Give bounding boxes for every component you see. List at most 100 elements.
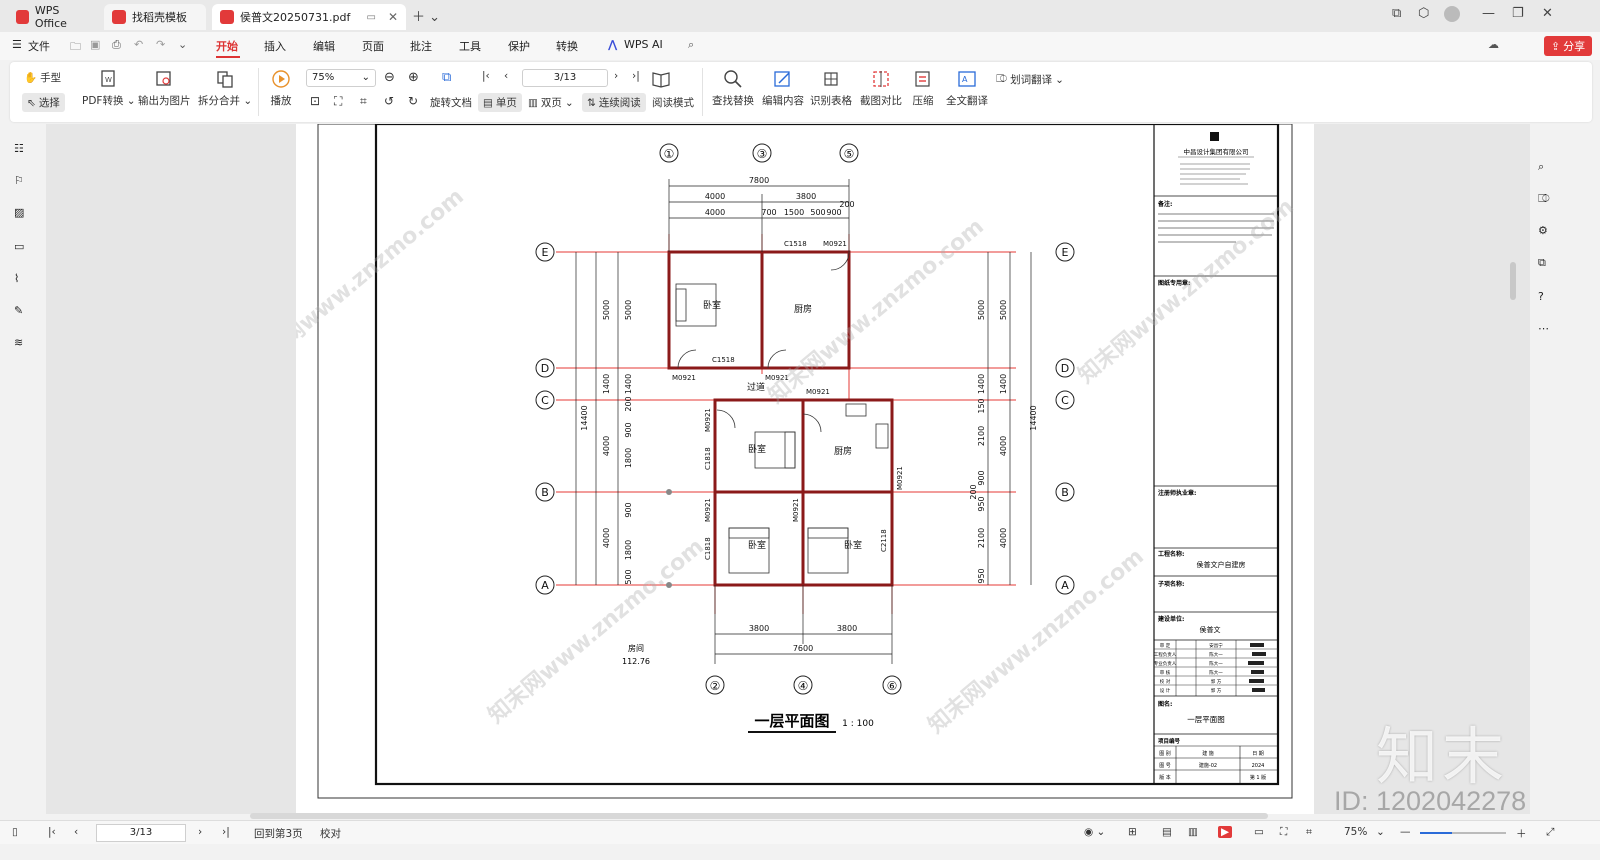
next-page-icon[interactable]: › [198,826,202,838]
status-page-input[interactable]: 3/13 [96,824,186,842]
search-icon[interactable]: ⌕ [1538,160,1556,178]
play-button[interactable]: 播放 [270,68,292,108]
tab-wps-office[interactable]: WPS Office [8,4,98,30]
export-image-button[interactable]: 输出为图片 [138,68,191,108]
outline-icon[interactable]: ☷ [14,142,32,160]
document-viewport[interactable]: 中昌设计集团有限公司 备注: 图纸专用章: 注册师执业章: 工程名称: 侯普文户… [46,124,1530,814]
chevron-down-icon[interactable]: ⌄ [1376,826,1385,838]
rotate-doc-button[interactable]: 旋转文档 [430,95,472,110]
new-tab-button[interactable]: ＋ ⌄ [412,6,440,25]
rotate-right-button[interactable]: ↻ [408,94,418,108]
zoom-slider[interactable] [1420,832,1506,834]
hand-tool-button[interactable]: ✋ 手型 [24,70,61,85]
restore-icon[interactable]: ❐ [1512,6,1524,21]
chevron-down-icon[interactable]: ⌄ [178,38,187,51]
zoom-in-button[interactable]: ⊕ [408,70,419,85]
layers-icon[interactable]: ≋ [14,336,32,354]
rotate-left-button[interactable]: ↺ [384,94,394,108]
status-zoom-value[interactable]: 75% [1344,826,1367,838]
eye-icon[interactable]: ◉ ⌄ [1084,826,1105,838]
menu-file[interactable]: 文件 [28,38,50,54]
vertical-scrollbar[interactable] [1510,262,1516,300]
comment-icon[interactable]: ▭ [14,240,32,258]
window-mode-icon[interactable]: ⧉ [1392,6,1401,21]
zoom-out-button[interactable]: ⊖ [384,70,395,85]
zoom-out-icon[interactable]: — [1400,826,1411,838]
undo-icon[interactable]: ↶ [134,38,143,51]
edit-content-button[interactable]: 编辑内容 [762,68,804,108]
translate-side-icon[interactable]: ⎄ [1538,192,1556,210]
compress-button[interactable]: 压缩 [912,68,934,108]
open-folder-icon[interactable]: 🗀 [70,38,81,57]
read-mode-label-button[interactable]: 阅读模式 [652,95,694,110]
page-number-input[interactable]: 3/13 [522,69,608,87]
word-translate-button[interactable]: ⎄ 划词翻译 ⌄ [996,72,1064,87]
horizontal-scrollbar[interactable] [250,813,1268,819]
single-page-status-icon[interactable]: ▤ [1162,826,1172,838]
full-translate-button[interactable]: A 全文翻译 [946,68,988,108]
fit-width-icon[interactable]: ⊞ [1128,826,1137,838]
find-replace-button[interactable]: 查找替换 [712,68,754,108]
next-page-button[interactable]: › [614,70,618,82]
settings-sliders-icon[interactable]: ⚙ [1538,224,1556,242]
menu-convert[interactable]: 转换 [556,38,578,54]
actual-size-button[interactable]: ⊡ [310,94,320,108]
save-icon[interactable]: ▣ [90,38,100,51]
close-icon[interactable]: ✕ [388,10,398,24]
double-page-button[interactable]: ▥ 双页 ⌄ [528,95,574,110]
menu-wps-ai[interactable]: WPS AI [624,38,663,51]
select-tool-button[interactable]: ⇖ 选择 [22,93,65,112]
print-icon[interactable]: ⎙ [112,38,121,52]
tab-pdf-document[interactable]: 侯普文20250731.pdf ▭ ✕ [212,4,406,30]
last-page-icon[interactable]: ›| [222,826,230,838]
fullscreen-icon[interactable]: ⛶ [1280,826,1287,839]
read-mode-button[interactable] [650,68,672,93]
zoom-select[interactable]: 75% ⌄ [306,69,376,87]
continuous-read-button[interactable]: ⇅ 连续阅读 [582,93,646,112]
bookmark-icon[interactable]: ⚐ [14,174,32,192]
prev-page-icon[interactable]: ‹ [74,826,78,838]
search-icon[interactable]: ⌕ [688,38,694,52]
sidebar-toggle-icon[interactable]: ▯ [12,826,18,838]
help-icon[interactable]: ? [1538,290,1556,308]
first-page-icon[interactable]: |‹ [48,826,56,838]
prev-page-button[interactable]: ‹ [504,70,508,82]
minimize-icon[interactable]: — [1482,6,1495,21]
zoom-in-icon[interactable]: ＋ [1516,826,1527,841]
fit-page-button[interactable]: ⛶ [334,94,342,109]
last-page-button[interactable]: ›| [632,70,640,82]
hamburger-icon[interactable]: ☰ [12,38,22,51]
attachment-icon[interactable]: ⌇ [14,272,32,290]
screen-icon[interactable]: ▭ [366,12,375,23]
pdf-convert-button[interactable]: W PDF转换 ⌄ [82,68,136,108]
cloud-upload-icon[interactable]: ☁ [1488,38,1499,51]
menu-annotate[interactable]: 批注 [410,38,432,54]
recognize-table-button[interactable]: 识别表格 [810,68,852,108]
single-page-button[interactable]: ▤ 单页 [478,93,522,112]
crop-status-icon[interactable]: ⌗ [1306,826,1312,839]
thumbnail-icon[interactable]: ▨ [14,206,32,224]
screenshot-compare-button[interactable]: 截图对比 [860,68,902,108]
more-icon[interactable]: ⋯ [1538,322,1556,340]
frame-icon[interactable]: ▭ [1254,826,1264,838]
fit-screen-icon[interactable]: ⤢ [1546,826,1554,839]
back-to-page-button[interactable]: 回到第3页 [254,826,303,841]
crop-button[interactable]: ⌗ [360,94,367,109]
redo-icon[interactable]: ↷ [156,38,165,51]
first-page-button[interactable]: |‹ [482,70,490,82]
menu-edit[interactable]: 编辑 [313,38,335,54]
menu-page[interactable]: 页面 [362,38,384,54]
avatar[interactable] [1444,6,1460,22]
compare-side-icon[interactable]: ⧉ [1538,256,1556,274]
double-page-status-icon[interactable]: ▥ [1188,826,1198,838]
image-tool-button[interactable]: ⧉ [442,70,451,85]
share-button[interactable]: ⇪ 分享 [1544,36,1592,56]
window-close-icon[interactable]: ✕ [1542,6,1553,21]
menu-insert[interactable]: 插入 [264,38,286,54]
play-status-icon[interactable]: ▶ [1218,826,1233,838]
signature-icon[interactable]: ✎ [14,304,32,322]
proofread-button[interactable]: 校对 [320,826,341,841]
tab-template[interactable]: 找稻壳模板 [104,4,206,30]
menu-start[interactable]: 开始 [216,38,238,54]
menu-tools[interactable]: 工具 [459,38,481,54]
